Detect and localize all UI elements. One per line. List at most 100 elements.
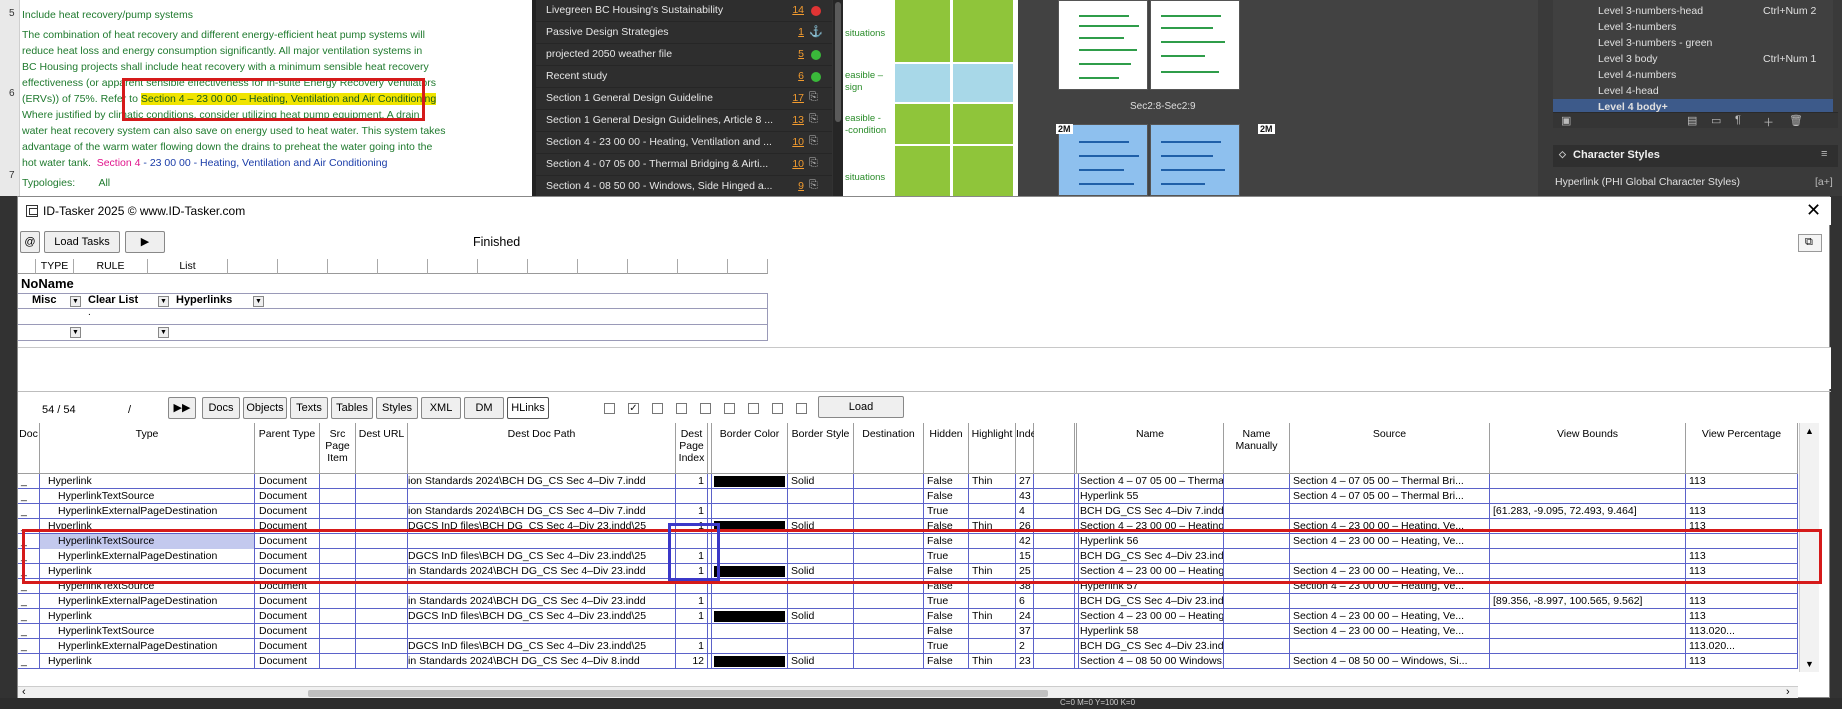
window-titlebar[interactable]: ID-Tasker 2025 © www.ID-Tasker.com ✕	[18, 197, 1831, 225]
hyperlink-list-item[interactable]: Livegreen BC Housing's Sustainability 14	[536, 0, 832, 22]
filter-checkbox[interactable]	[676, 403, 687, 414]
cell-source[interactable]: Section 4 – 07 05 00 – Thermal Bri...	[1290, 489, 1490, 504]
cell-dest-doc-path[interactable]: in Standards 2024\BCH DG_CS Sec 4–Div 8.…	[408, 654, 676, 669]
cell-empty[interactable]	[854, 489, 924, 504]
cell-border-style[interactable]	[788, 504, 854, 519]
column-header[interactable]: Name Manually	[1224, 423, 1290, 474]
column-header[interactable]: Border Color	[712, 423, 788, 474]
cell-empty[interactable]	[320, 594, 356, 609]
doc-link-prefix[interactable]: Section 4	[97, 157, 141, 169]
type-select[interactable]: Misc	[32, 294, 56, 306]
scroll-up-icon[interactable]: ▲	[1805, 426, 1814, 436]
cell-view-bounds[interactable]	[1490, 474, 1686, 489]
cell-dest-doc-path[interactable]: ion Standards 2024\BCH DG_CS Sec 4–Div 7…	[408, 504, 676, 519]
paragraph-style-item[interactable]: Level 4-head	[1598, 85, 1659, 97]
page-thumbnail[interactable]	[1058, 0, 1148, 90]
cell-name[interactable]: Section 4 – 23 00 00 – Heating, Ve...	[1077, 609, 1224, 624]
cell-empty[interactable]	[854, 639, 924, 654]
cell-empty[interactable]	[320, 609, 356, 624]
cell-doc[interactable]: _	[18, 594, 40, 609]
cell-empty[interactable]	[1034, 474, 1075, 489]
cell-type[interactable]: HyperlinkExternalPageDestination	[40, 504, 255, 519]
at-button[interactable]: @	[20, 231, 40, 253]
cell-source[interactable]	[1290, 594, 1490, 609]
task-row-empty[interactable]	[18, 325, 768, 341]
cell-border-style[interactable]	[788, 624, 854, 639]
cell-source[interactable]: Section 4 – 08 50 00 – Windows, Si...	[1290, 654, 1490, 669]
cell-type[interactable]: HyperlinkExternalPageDestination	[40, 639, 255, 654]
cell-border-color[interactable]	[712, 609, 788, 624]
cell-name[interactable]: Section 4 – 07 05 00 – Thermal Bri...	[1077, 474, 1224, 489]
fast-forward-button[interactable]: ▶▶	[168, 397, 196, 419]
column-header[interactable]: View Percentage	[1686, 423, 1798, 474]
cell-empty[interactable]	[320, 474, 356, 489]
filter-checkbox[interactable]	[700, 403, 711, 414]
cell-empty[interactable]	[1224, 489, 1290, 504]
delete-icon[interactable]: 🗑	[1789, 114, 1803, 127]
column-header[interactable]: Dest Page Index	[676, 423, 708, 474]
cell-dest-page-index[interactable]	[676, 489, 708, 504]
cell-view-bounds[interactable]: [89.356, -8.997, 100.565, 9.562]	[1490, 594, 1686, 609]
cell-parent-type[interactable]: Document	[255, 474, 320, 489]
scroll-down-icon[interactable]: ▼	[1805, 659, 1814, 669]
cell-empty[interactable]	[356, 624, 408, 639]
paragraph-style-item[interactable]: Level 3-numbers-head	[1598, 5, 1703, 17]
column-header[interactable]: Parent Type	[255, 423, 320, 474]
cell-border-color[interactable]	[712, 624, 788, 639]
column-header[interactable]: Border Style	[788, 423, 854, 474]
table-row[interactable]: _ Hyperlink Document 25\DGCS InD files\BCH …	[18, 609, 1798, 624]
cell-empty[interactable]	[1034, 609, 1075, 624]
cell-empty[interactable]	[356, 594, 408, 609]
hyperlink-list-item[interactable]: Section 4 - 07 05 00 - Thermal Bridging …	[536, 154, 832, 176]
cell-empty[interactable]	[854, 609, 924, 624]
filter-checkbox[interactable]	[724, 403, 735, 414]
tab-styles[interactable]: Styles	[376, 397, 418, 419]
column-header[interactable]: Index	[1016, 423, 1042, 474]
cell-highlight[interactable]	[969, 624, 1016, 639]
cell-empty[interactable]	[1224, 654, 1290, 669]
cell-view-percentage[interactable]: 113	[1686, 609, 1798, 624]
cell-empty[interactable]	[1034, 489, 1075, 504]
cell-hidden[interactable]: True	[924, 594, 969, 609]
cell-name[interactable]: BCH DG_CS Sec 4–Div 23.indd – Pa...	[1077, 594, 1224, 609]
hyperlink-list-item[interactable]: Section 4 - 23 00 00 - Heating, Ventilat…	[536, 132, 832, 154]
character-style-current[interactable]: Hyperlink (PHI Global Character Styles) …	[1553, 173, 1838, 193]
cell-empty[interactable]	[854, 504, 924, 519]
cell-empty[interactable]	[320, 639, 356, 654]
chevron-down-icon[interactable]: ▼	[158, 327, 169, 338]
chevron-down-icon[interactable]: ▼	[158, 296, 169, 307]
column-header[interactable]: Doc	[18, 423, 40, 474]
load-button[interactable]: Load	[818, 396, 904, 418]
cell-border-style[interactable]: Solid	[788, 654, 854, 669]
column-header[interactable]: Source	[1290, 423, 1490, 474]
task-row-empty[interactable]	[18, 309, 768, 325]
cell-parent-type[interactable]: Document	[255, 489, 320, 504]
cell-index[interactable]: 27	[1016, 474, 1034, 489]
filter-checkbox[interactable]	[796, 403, 807, 414]
cell-view-bounds[interactable]	[1490, 489, 1686, 504]
cell-empty[interactable]	[356, 609, 408, 624]
panel-menu-icon[interactable]: ≡	[1821, 148, 1827, 160]
scrollbar-thumb[interactable]	[835, 2, 841, 122]
cell-parent-type[interactable]: Document	[255, 594, 320, 609]
rule-select[interactable]: Clear List	[88, 294, 138, 306]
cell-doc[interactable]: _	[18, 624, 40, 639]
cell-empty[interactable]	[1224, 639, 1290, 654]
hyperlink-count[interactable]: 17	[790, 92, 804, 104]
cell-highlight[interactable]	[969, 489, 1016, 504]
cell-empty[interactable]	[1034, 594, 1075, 609]
tab-dm[interactable]: DM	[464, 397, 504, 419]
cell-border-color[interactable]	[712, 489, 788, 504]
paragraph-icon[interactable]: ¶	[1735, 114, 1741, 126]
cell-index[interactable]: 6	[1016, 594, 1034, 609]
character-styles-header[interactable]: ◇ Character Styles ≡	[1553, 145, 1838, 167]
cell-dest-doc-path[interactable]: 25\DGCS InD files\BCH DG_CS Sec 4–Div 23…	[408, 639, 676, 654]
page-thumbnail-selected[interactable]	[1058, 124, 1148, 196]
paragraph-style-item[interactable]: Level 3-numbers	[1598, 21, 1676, 33]
cell-source[interactable]	[1290, 504, 1490, 519]
cell-hidden[interactable]: False	[924, 624, 969, 639]
column-header[interactable]: View Bounds	[1490, 423, 1686, 474]
page-thumbnail-selected[interactable]	[1150, 124, 1240, 196]
cell-name[interactable]: BCH DG_CS Sec 4–Div 23.indd – Pa...	[1077, 639, 1224, 654]
cell-empty[interactable]	[1034, 624, 1075, 639]
